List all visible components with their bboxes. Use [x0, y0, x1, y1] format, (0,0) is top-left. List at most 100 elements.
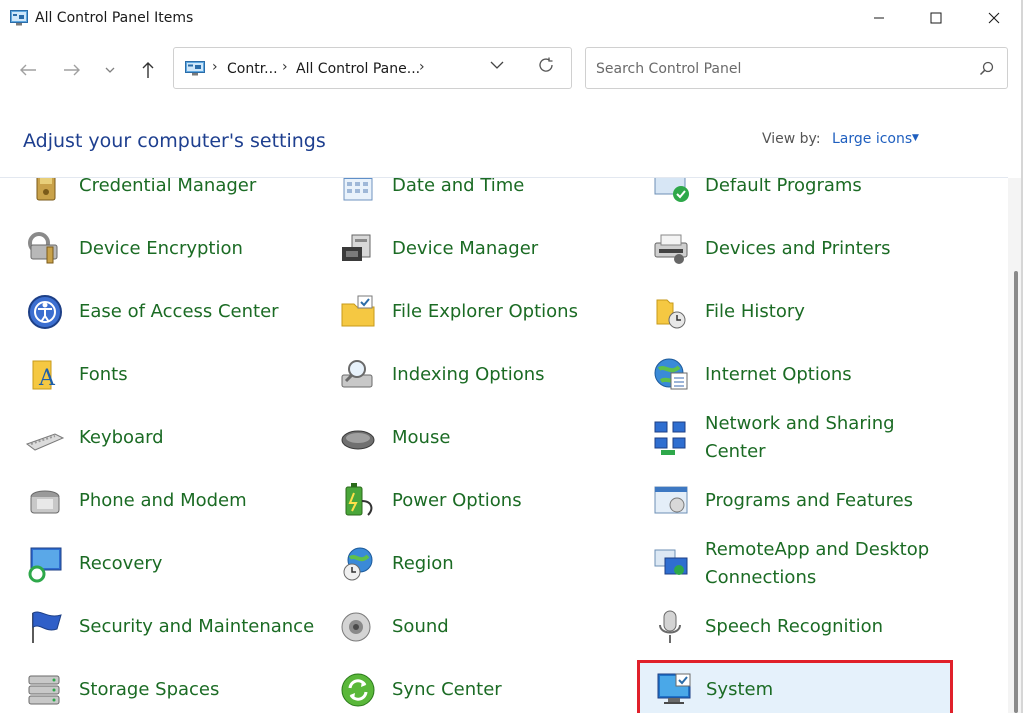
item-system[interactable]: System	[637, 660, 953, 713]
item-credential-manager[interactable]: Credential Manager	[0, 178, 313, 217]
region-icon	[343, 547, 373, 580]
indexing-options-icon	[341, 359, 373, 387]
item-label-line: Connections	[705, 566, 817, 588]
caret-down-icon[interactable]: ▼	[912, 133, 919, 143]
forward-button[interactable]	[58, 56, 86, 84]
item-remoteapp[interactable]: RemoteApp and Desktop Connections	[626, 532, 952, 595]
item-label: Network and Sharing Center	[705, 410, 895, 466]
item-file-explorer-options[interactable]: File Explorer Options	[313, 280, 626, 343]
refresh-button[interactable]	[537, 56, 555, 79]
item-devices-printers[interactable]: Devices and Printers	[626, 217, 952, 280]
svg-text:A: A	[38, 366, 56, 391]
network-sharing-icon	[654, 421, 686, 455]
item-label-line: Network and Sharing	[705, 412, 895, 434]
item-label: Devices and Printers	[705, 237, 891, 259]
maximize-icon	[930, 12, 942, 24]
arrow-right-icon	[64, 64, 80, 76]
address-dropdown-button[interactable]	[490, 58, 504, 74]
item-label: Recovery	[79, 552, 163, 574]
speech-recognition-icon	[659, 610, 681, 643]
item-label: Keyboard	[79, 426, 164, 448]
item-label: Credential Manager	[79, 178, 257, 196]
credential-manager-icon	[36, 178, 56, 200]
item-region[interactable]: Region	[313, 532, 626, 595]
ease-of-access-icon	[28, 294, 62, 329]
date-time-icon	[343, 178, 373, 200]
sync-center-icon	[341, 673, 375, 706]
item-label: Mouse	[392, 426, 451, 448]
back-button[interactable]	[14, 56, 42, 84]
item-default-programs[interactable]: Default Programs	[626, 178, 952, 217]
item-device-encryption[interactable]: Device Encryption	[0, 217, 313, 280]
item-label-line: RemoteApp and Desktop	[705, 538, 930, 560]
item-label: Speech Recognition	[705, 615, 884, 637]
recent-locations-button[interactable]	[101, 56, 119, 84]
view-by-dropdown[interactable]: Large icons	[832, 131, 912, 147]
address-bar[interactable]: › Contr... › All Control Pane... ›	[173, 47, 572, 89]
item-recovery[interactable]: Recovery	[0, 532, 313, 595]
item-label: Device Manager	[392, 237, 539, 259]
file-explorer-options-icon	[341, 295, 375, 326]
item-label: Storage Spaces	[79, 678, 220, 700]
control-panel-icon	[185, 61, 205, 76]
item-internet-options[interactable]: Internet Options	[626, 343, 952, 406]
item-label: RemoteApp and Desktop Connections	[705, 536, 929, 592]
system-icon	[657, 673, 691, 704]
item-phone-modem[interactable]: Phone and Modem	[0, 469, 313, 532]
control-panel-icon	[10, 10, 28, 26]
keyboard-icon	[25, 432, 65, 451]
item-mouse[interactable]: Mouse	[313, 406, 626, 469]
item-indexing-options[interactable]: Indexing Options	[313, 343, 626, 406]
item-file-history[interactable]: File History	[626, 280, 952, 343]
item-sync-center[interactable]: Sync Center	[313, 658, 626, 713]
minimize-icon	[874, 17, 884, 19]
mouse-icon	[341, 430, 375, 449]
item-label: Internet Options	[705, 363, 852, 385]
sound-icon	[341, 612, 371, 641]
item-date-time[interactable]: Date and Time	[313, 178, 626, 217]
item-device-manager[interactable]: Device Manager	[313, 217, 626, 280]
close-icon	[988, 12, 1000, 24]
search-box[interactable]	[585, 47, 1008, 89]
item-programs-features[interactable]: Programs and Features	[626, 469, 952, 532]
search-input[interactable]	[594, 58, 968, 80]
item-speech-recognition[interactable]: Speech Recognition	[626, 595, 952, 658]
recovery-icon	[28, 547, 62, 582]
item-label: Ease of Access Center	[79, 300, 279, 322]
item-storage-spaces[interactable]: Storage Spaces	[0, 658, 313, 713]
item-label: Default Programs	[705, 178, 862, 196]
close-button[interactable]	[966, 0, 1022, 36]
item-label: Security and Maintenance	[79, 615, 315, 637]
item-fonts[interactable]: A Fonts	[0, 343, 313, 406]
item-power-options[interactable]: Power Options	[313, 469, 626, 532]
page-title: Adjust your computer's settings	[23, 130, 326, 152]
scrollbar-thumb[interactable]	[1014, 271, 1018, 713]
item-label: Fonts	[79, 363, 128, 385]
item-label: Power Options	[392, 489, 522, 511]
breadcrumb-separator[interactable]: ›	[419, 59, 425, 75]
item-keyboard[interactable]: Keyboard	[0, 406, 313, 469]
item-label: Indexing Options	[392, 363, 545, 385]
security-maintenance-icon	[32, 611, 62, 643]
view-by-label: View by:	[762, 131, 821, 147]
refresh-icon	[539, 57, 553, 72]
search-icon[interactable]	[978, 60, 996, 78]
item-sound[interactable]: Sound	[313, 595, 626, 658]
maximize-button[interactable]	[908, 0, 964, 36]
breadcrumb-all-items[interactable]: All Control Pane...	[296, 61, 420, 77]
internet-options-icon	[654, 358, 688, 389]
up-button[interactable]	[134, 56, 162, 84]
item-label: System	[706, 679, 774, 700]
item-label: Phone and Modem	[79, 489, 247, 511]
item-security-maintenance[interactable]: Security and Maintenance	[0, 595, 315, 658]
fonts-icon: A	[32, 360, 56, 391]
breadcrumb-control-panel[interactable]: Contr...	[227, 61, 278, 77]
item-ease-of-access[interactable]: Ease of Access Center	[0, 280, 313, 343]
power-options-icon	[345, 482, 373, 516]
storage-spaces-icon	[28, 675, 60, 704]
item-network-sharing[interactable]: Network and Sharing Center	[626, 406, 952, 469]
window-title: All Control Panel Items	[35, 10, 194, 26]
breadcrumb-separator: ›	[212, 59, 218, 75]
item-label: Sound	[392, 615, 449, 637]
minimize-button[interactable]	[851, 0, 907, 36]
